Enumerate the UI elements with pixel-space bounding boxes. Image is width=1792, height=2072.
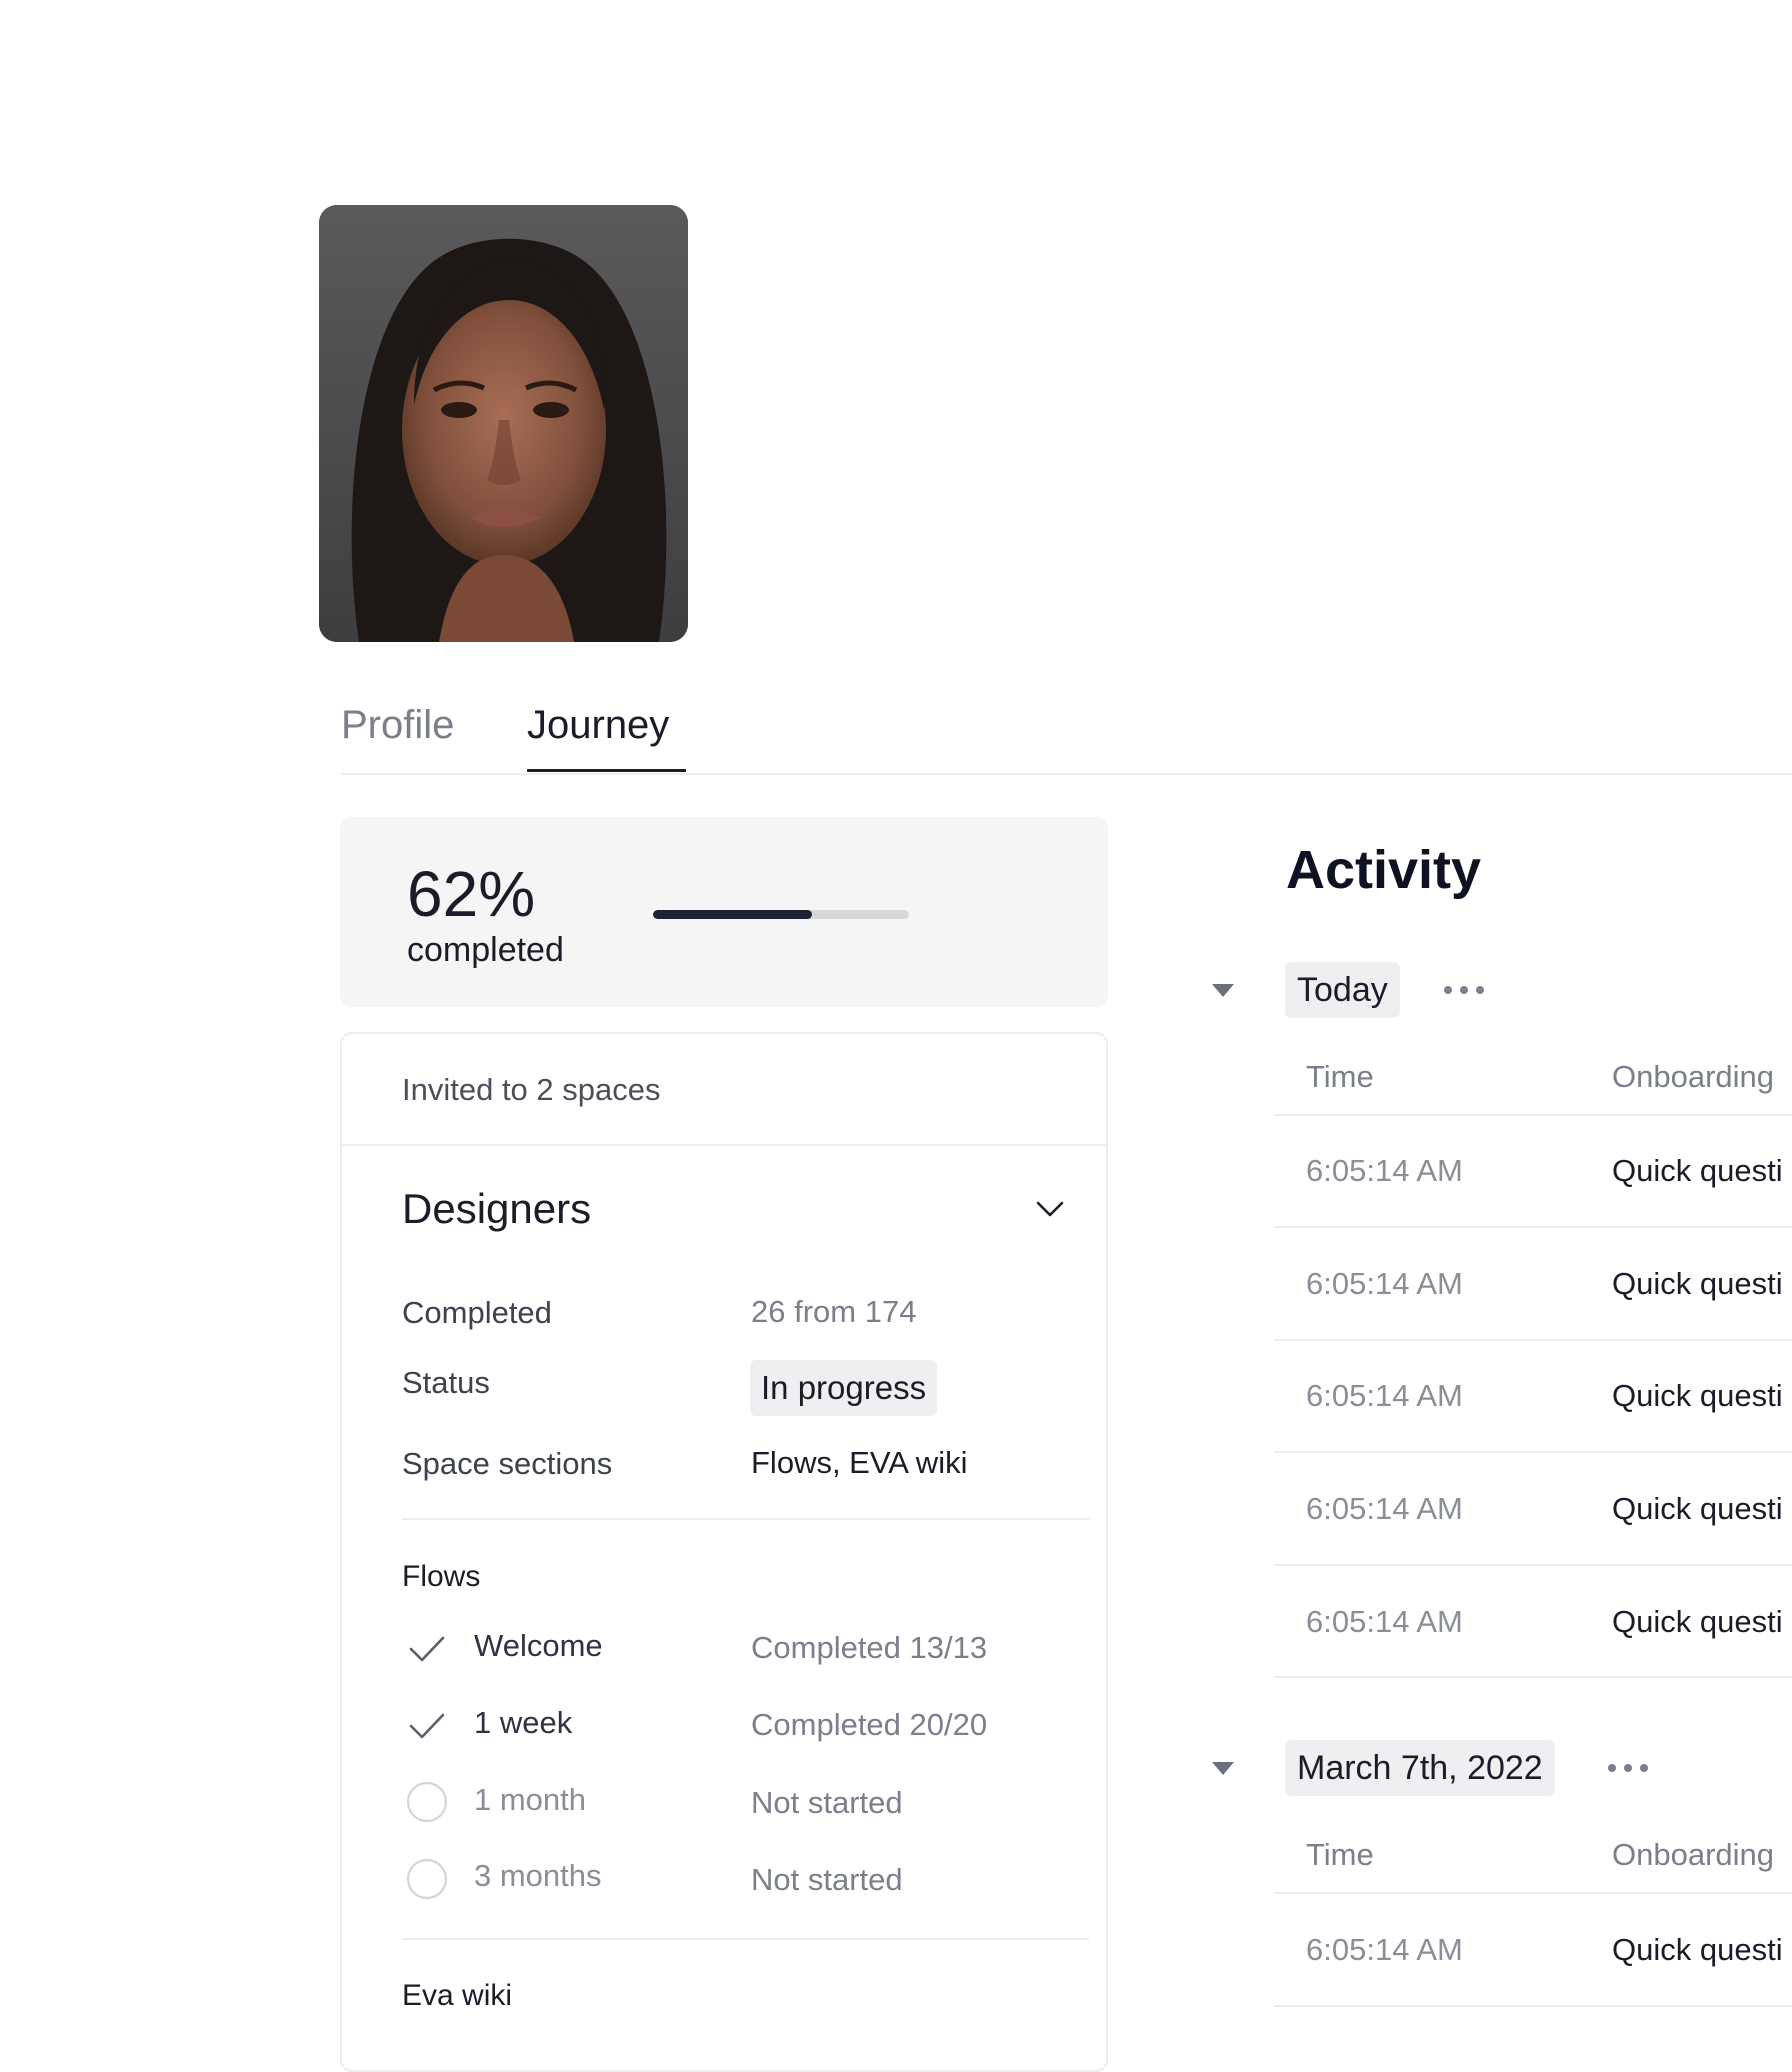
flow-status: Completed 20/20	[751, 1707, 988, 1742]
activity-item[interactable]: Quick questi	[1612, 1489, 1783, 1529]
tab-profile[interactable]: Profile	[341, 700, 454, 750]
card-divider	[340, 1144, 1108, 1146]
activity-item[interactable]: Quick questi	[1612, 1264, 1783, 1304]
progress-bar	[653, 910, 909, 919]
row-divider	[1274, 1339, 1792, 1341]
flow-name[interactable]: 1 month	[474, 1780, 586, 1820]
activity-time: 6:05:14 AM	[1306, 1491, 1463, 1526]
active-tab-indicator	[527, 769, 686, 772]
activity-time: 6:05:14 AM	[1306, 1604, 1463, 1639]
row-divider	[1274, 1564, 1792, 1566]
collapse-caret-icon[interactable]	[1212, 1762, 1234, 1775]
completed-value: 26 from 174	[751, 1294, 917, 1329]
space-sections-label: Space sections	[402, 1446, 613, 1481]
activity-time: 6:05:14 AM	[1306, 1266, 1463, 1301]
row-divider	[1274, 1226, 1792, 1228]
completed-label: Completed	[402, 1295, 552, 1330]
check-icon	[405, 1703, 449, 1747]
flow-status: Completed 13/13	[751, 1630, 988, 1665]
column-header-time: Time	[1306, 1059, 1374, 1094]
empty-circle-icon	[405, 1857, 449, 1901]
activity-time: 6:05:14 AM	[1306, 1153, 1463, 1188]
status-badge: In progress	[750, 1360, 938, 1416]
more-options-icon[interactable]	[1444, 986, 1488, 998]
invited-spaces-text: Invited to 2 spaces	[402, 1072, 661, 1107]
section-divider	[402, 1938, 1089, 1940]
space-group-title: Designers	[402, 1185, 592, 1232]
activity-item[interactable]: Quick questi	[1612, 1376, 1783, 1416]
column-header-time: Time	[1306, 1837, 1374, 1872]
tabs-divider	[341, 773, 1792, 775]
row-divider	[1274, 2005, 1792, 2007]
flow-name[interactable]: 3 months	[474, 1856, 602, 1896]
more-options-icon[interactable]	[1608, 1764, 1652, 1776]
progress-bar-fill	[653, 910, 812, 919]
tab-journey[interactable]: Journey	[527, 700, 669, 750]
flow-name[interactable]: Welcome	[474, 1626, 603, 1666]
section-divider	[402, 1518, 1089, 1520]
status-label: Status	[402, 1365, 490, 1400]
row-divider	[1274, 1892, 1792, 1894]
collapse-caret-icon[interactable]	[1212, 984, 1234, 997]
row-divider	[1274, 1676, 1792, 1678]
empty-circle-icon	[405, 1780, 449, 1824]
column-header-onboarding: Onboarding	[1612, 1059, 1775, 1094]
date-chip: March 7th, 2022	[1285, 1740, 1555, 1796]
date-chip: Today	[1285, 962, 1400, 1018]
flow-status: Not started	[751, 1862, 903, 1897]
chevron-down-icon[interactable]	[1033, 1192, 1067, 1226]
flow-status: Not started	[751, 1785, 903, 1820]
activity-item[interactable]: Quick questi	[1612, 1602, 1783, 1642]
activity-item[interactable]: Quick questi	[1612, 1930, 1783, 1970]
flow-name[interactable]: 1 week	[474, 1703, 572, 1743]
eva-wiki-title: Eva wiki	[402, 1979, 513, 2012]
activity-time: 6:05:14 AM	[1306, 1378, 1463, 1413]
check-icon	[405, 1626, 449, 1670]
row-divider	[1274, 1114, 1792, 1116]
activity-time: 6:05:14 AM	[1306, 1932, 1463, 1967]
activity-item[interactable]: Quick questi	[1612, 1151, 1783, 1191]
activity-title: Activity	[1286, 840, 1482, 900]
flows-title: Flows	[402, 1560, 481, 1593]
profile-photo	[319, 205, 688, 642]
space-sections-value: Flows, EVA wiki	[751, 1445, 968, 1480]
row-divider	[1274, 1451, 1792, 1453]
column-header-onboarding: Onboarding	[1612, 1837, 1775, 1872]
progress-percent: 62%	[407, 858, 536, 930]
progress-caption: completed	[407, 931, 564, 969]
